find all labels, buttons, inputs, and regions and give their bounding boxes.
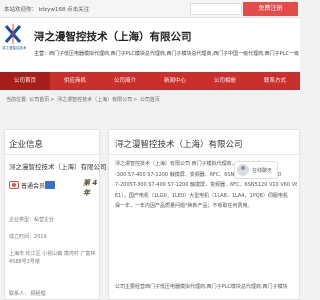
member-level: 普通会员 [21, 183, 46, 190]
nav-item-contact[interactable]: 联系方式 [250, 72, 300, 90]
breadcrumb-current: 公司首页 [139, 97, 160, 103]
register-button[interactable]: 免费注册 [243, 2, 298, 16]
main-business: 主营：西门子低压电器模拟代理商,西门子PLC模块总代理商,西门子模块总代理商,西… [34, 50, 300, 57]
company-title: 浔之漫智控技术（上海）有限公司 [34, 31, 192, 43]
membership-years: 第 4 年 [83, 179, 98, 197]
nav-item-about[interactable]: 公司简介 [100, 72, 150, 90]
founded-label: 成立时间： [9, 234, 35, 240]
company-address: 上海市 松江区 小昆山镇 荡湾村 广富林4588号2号楼 [9, 251, 96, 265]
company-info-panel: 企业信息 浔之漫智控技术（上海）有限公司 普通会员 第 4 年 企业类型：私营企… [4, 129, 107, 300]
verified-icon [45, 181, 55, 189]
company-type-value: 私营企业 [34, 217, 55, 223]
breadcrumb-home-link[interactable]: 公司首页 [29, 97, 49, 103]
nav-item-products[interactable]: 供应商机 [50, 72, 100, 90]
founded-row: 成立时间：2019 [9, 233, 47, 240]
avatar-icon [237, 164, 249, 176]
nav-item-home[interactable]: 公司首页 [0, 72, 50, 90]
intro-more-text: 公司主要经营西门子低压电器模拟代理商,西门子PLC模块总代理商,西门子模块 [115, 284, 288, 290]
welcome-text: 本站欢迎你： bfzyw168 点击关注 [4, 7, 90, 13]
founded-value: 2019 [34, 234, 47, 240]
search-input[interactable] [190, 3, 242, 15]
online-chat-button[interactable]: 在线聊天 [234, 161, 278, 179]
intro-line: 保一年，一年内因产品质量问题*换新产品；不收取任何费用。 [115, 203, 253, 209]
contact-person: 联系人： 顾经理 [9, 291, 46, 297]
main-business-text: 西门子低压电器模拟代理商,西门子PLC模块总代理商,西门子模块总代理商,西门子中… [49, 51, 299, 57]
logo-caption: 浔之漫智控技术（上海） [2, 46, 26, 50]
company-type-label: 企业类型： [9, 217, 35, 223]
main-business-label: 主营： [34, 51, 50, 57]
nav-item-news[interactable]: 新闻中心 [150, 72, 200, 90]
intro-line: 7-200ST-300 S7-400 S7-1200 触摸屏，变频器、6FC、6… [115, 182, 297, 188]
divider [109, 154, 301, 155]
main-nav: 公司首页 供应商机 公司简介 新闻中心 公司相册 联系方式 [0, 72, 300, 90]
breadcrumb-label: 当前位置: [6, 97, 28, 103]
intro-title: 浔之漫智控技术（上海）有限公司 [115, 140, 243, 150]
company-type-row: 企业类型：私营企业 [9, 216, 54, 223]
company-logo-icon [4, 24, 22, 44]
intro-line: E1），国产电机（1LG0，1LE0）大型电机（1LA8，1LA4，1PQ8）伺… [115, 192, 288, 199]
company-intro-panel: 浔之漫智控技术（上海）有限公司 浔之漫智控技术（上海）有限公司 西门子模拟代理商… [108, 129, 301, 300]
member-badge-icon [9, 181, 19, 189]
breadcrumb-company-link[interactable]: 浔之漫智控技术（上海）有限公司 [57, 97, 132, 103]
chat-label: 在线聊天 [252, 168, 273, 174]
company-name: 浔之漫智控技术（上海）有限公司 [9, 163, 107, 171]
company-header [0, 18, 300, 72]
top-bar: 本站欢迎你： bfzyw168 点击关注 免费注册 [0, 0, 300, 18]
panel-title: 企业信息 [9, 140, 44, 150]
nav-item-album[interactable]: 公司相册 [200, 72, 250, 90]
breadcrumb: 当前位置: 公司首页> 浔之漫智控技术（上海）有限公司> 公司首页 [6, 97, 160, 103]
divider [5, 154, 101, 155]
